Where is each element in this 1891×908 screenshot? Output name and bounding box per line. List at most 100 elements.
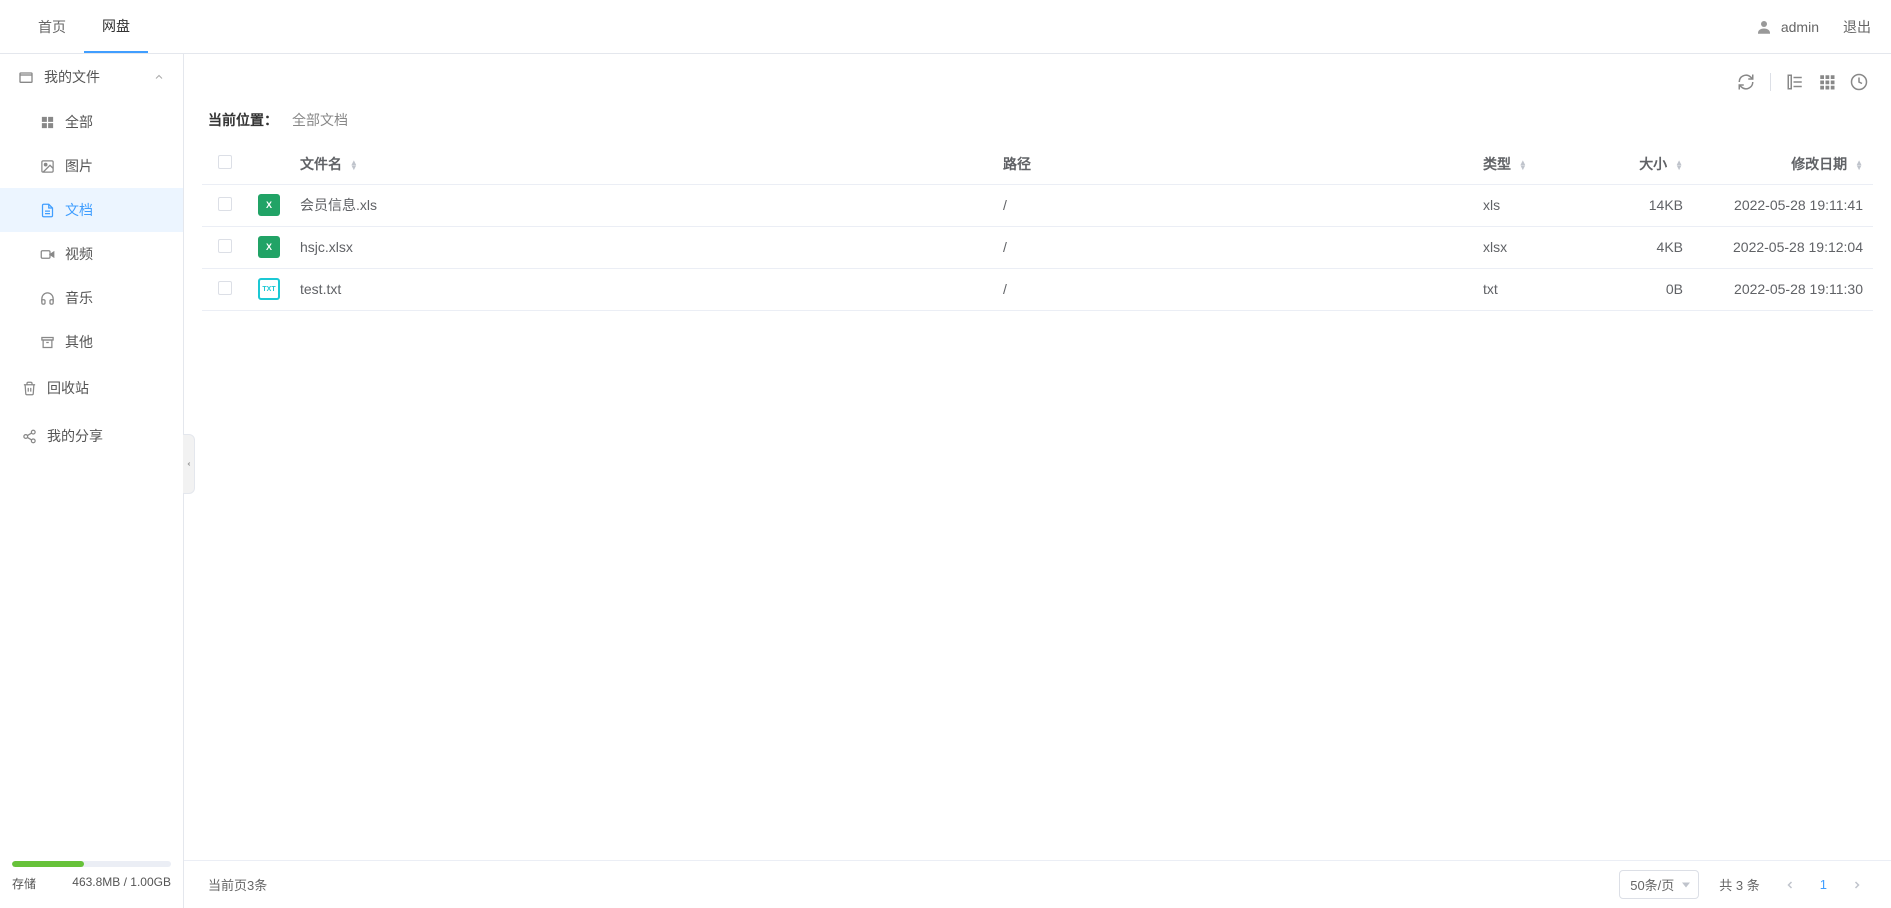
header-size[interactable]: 大小 ▲▼ [1583, 144, 1693, 184]
file-name[interactable]: hsjc.xlsx [290, 226, 993, 268]
header-name[interactable]: 文件名 ▲▼ [290, 144, 993, 184]
file-type: txt [1473, 268, 1583, 310]
file-date: 2022-05-28 19:11:30 [1693, 268, 1873, 310]
file-type: xlsx [1473, 226, 1583, 268]
grid-view-button[interactable] [1815, 70, 1839, 94]
file-size: 0B [1583, 268, 1693, 310]
trash-icon [22, 381, 37, 396]
sidebar-item-label: 回收站 [47, 378, 89, 398]
file-date: 2022-05-28 19:11:41 [1693, 184, 1873, 226]
storage-info: 存储 463.8MB / 1.00GB [0, 850, 183, 908]
my-files-header[interactable]: 我的文件 [0, 54, 183, 100]
user-menu[interactable]: admin [1755, 18, 1819, 36]
storage-label: 存储 [12, 875, 36, 892]
grid-icon [40, 115, 55, 130]
row-checkbox[interactable] [218, 197, 232, 211]
file-type-icon: X [258, 194, 280, 216]
total-count: 共 3 条 [1719, 875, 1759, 894]
current-page-count: 当前页3条 [208, 875, 267, 894]
file-type-icon: X [258, 236, 280, 258]
tab-netdisk[interactable]: 网盘 [84, 0, 148, 53]
file-path: / [993, 226, 1473, 268]
next-page-button[interactable] [1847, 875, 1867, 895]
sidebar-item-share[interactable]: 我的分享 [0, 412, 183, 460]
tab-home[interactable]: 首页 [20, 0, 84, 53]
pager: 1 [1780, 873, 1867, 896]
doc-icon [40, 203, 55, 218]
file-date: 2022-05-28 19:12:04 [1693, 226, 1873, 268]
sidebar-collapse-handle[interactable] [183, 434, 195, 494]
sidebar-item-documents[interactable]: 文档 [0, 188, 183, 232]
file-path: / [993, 184, 1473, 226]
timeline-view-button[interactable] [1847, 70, 1871, 94]
storage-used: 463.8MB / 1.00GB [72, 875, 171, 892]
sort-icon: ▲▼ [1855, 160, 1863, 170]
refresh-button[interactable] [1734, 70, 1758, 94]
header-date[interactable]: 修改日期 ▲▼ [1693, 144, 1873, 184]
sidebar-item-recycle[interactable]: 回收站 [0, 364, 183, 412]
sidebar-item-music[interactable]: 音乐 [0, 276, 183, 320]
clock-icon [1850, 73, 1868, 91]
file-type: xls [1473, 184, 1583, 226]
row-checkbox[interactable] [218, 281, 232, 295]
toolbar [184, 54, 1891, 110]
my-files-group: 我的文件 全部 图片 文档 [0, 54, 183, 364]
list-view-button[interactable] [1783, 70, 1807, 94]
breadcrumb-label: 当前位置： [208, 110, 278, 130]
page-size-select[interactable]: 50条/页 [1619, 870, 1699, 899]
logout-link[interactable]: 退出 [1843, 17, 1871, 37]
select-all-checkbox[interactable] [218, 155, 232, 169]
file-type-icon: TXT [258, 278, 280, 300]
headphones-icon [40, 291, 55, 306]
file-size: 4KB [1583, 226, 1693, 268]
sidebar-item-images[interactable]: 图片 [0, 144, 183, 188]
header: 首页 网盘 admin 退出 [0, 0, 1891, 54]
sidebar-item-label: 文档 [65, 200, 93, 220]
sidebar-item-label: 其他 [65, 332, 93, 352]
storage-bar [12, 861, 171, 867]
sidebar-item-label: 我的分享 [47, 426, 103, 446]
prev-page-button[interactable] [1780, 875, 1800, 895]
sort-icon: ▲▼ [1675, 160, 1683, 170]
file-table: 文件名 ▲▼ 路径 类型 ▲▼ 大小 ▲▼ 修改日期 [184, 144, 1891, 860]
storage-fill [12, 861, 84, 867]
sidebar-item-label: 全部 [65, 112, 93, 132]
sidebar-item-all[interactable]: 全部 [0, 100, 183, 144]
header-type[interactable]: 类型 ▲▼ [1473, 144, 1583, 184]
image-icon [40, 159, 55, 174]
chevron-left-icon [1784, 879, 1796, 891]
user-icon [1755, 18, 1773, 36]
video-icon [40, 247, 55, 262]
chevron-up-icon [153, 71, 165, 83]
header-path: 路径 [993, 144, 1473, 184]
list-icon [1786, 73, 1804, 91]
breadcrumb-root[interactable]: 全部文档 [292, 110, 348, 130]
file-name[interactable]: 会员信息.xls [290, 184, 993, 226]
table-header-row: 文件名 ▲▼ 路径 类型 ▲▼ 大小 ▲▼ 修改日期 [202, 144, 1873, 184]
nav-tabs: 首页 网盘 [20, 0, 148, 53]
username: admin [1781, 19, 1819, 35]
row-checkbox[interactable] [218, 239, 232, 253]
header-right: admin 退出 [1755, 17, 1871, 37]
sidebar-item-label: 图片 [65, 156, 93, 176]
file-name[interactable]: test.txt [290, 268, 993, 310]
table-row[interactable]: X 会员信息.xls/xls14KB2022-05-28 19:11:41 [202, 184, 1873, 226]
page-number[interactable]: 1 [1814, 873, 1833, 896]
table-row[interactable]: TXT test.txt/txt0B2022-05-28 19:11:30 [202, 268, 1873, 310]
sidebar: 我的文件 全部 图片 文档 [0, 54, 184, 908]
file-size: 14KB [1583, 184, 1693, 226]
sidebar-item-videos[interactable]: 视频 [0, 232, 183, 276]
folder-icon [18, 69, 34, 85]
refresh-icon [1737, 73, 1755, 91]
sidebar-item-other[interactable]: 其他 [0, 320, 183, 364]
grid-icon [1818, 73, 1836, 91]
archive-icon [40, 335, 55, 350]
sort-icon: ▲▼ [1519, 160, 1527, 170]
breadcrumb: 当前位置： 全部文档 [184, 110, 1891, 144]
file-path: / [993, 268, 1473, 310]
sort-icon: ▲▼ [350, 160, 358, 170]
my-files-label: 我的文件 [44, 67, 100, 87]
pagination-footer: 当前页3条 50条/页 共 3 条 1 [184, 860, 1891, 908]
table-row[interactable]: Xhsjc.xlsx/xlsx4KB2022-05-28 19:12:04 [202, 226, 1873, 268]
chevron-right-icon [1851, 879, 1863, 891]
